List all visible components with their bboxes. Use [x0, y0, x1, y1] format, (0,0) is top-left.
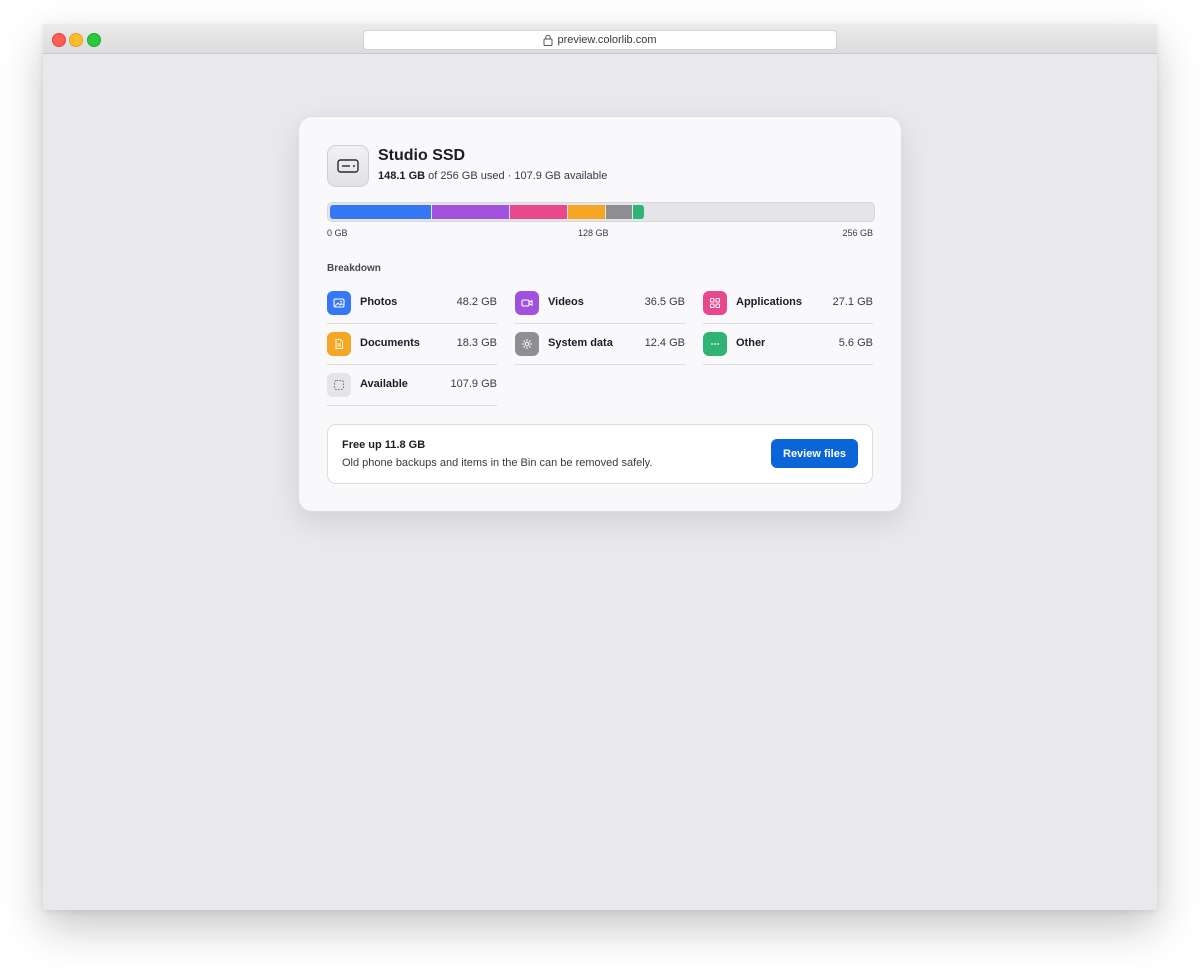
url-text: preview.colorlib.com	[557, 34, 657, 46]
category-photos[interactable]: Photos 48.2 GB	[327, 283, 497, 324]
lock-icon	[543, 34, 553, 46]
usage-segment-videos	[432, 205, 509, 219]
address-bar[interactable]: preview.colorlib.com	[363, 30, 837, 50]
usage-segment-other	[632, 205, 644, 219]
category-label: Available	[360, 378, 408, 390]
category-value: 36.5 GB	[644, 296, 685, 308]
category-label: Applications	[736, 296, 803, 308]
usage-segment-documents	[567, 205, 606, 219]
breakdown-heading: Breakdown	[327, 263, 381, 274]
video-icon	[515, 291, 539, 315]
axis-label-end: 256 GB	[842, 228, 873, 238]
storage-card: Studio SSD 148.1 GB of 256 GB used · 107…	[298, 116, 902, 512]
dashed-square-icon	[327, 373, 351, 397]
usage-detail: of 256 GB used · 107.9 GB available	[428, 170, 608, 182]
category-available[interactable]: Available 107.9 GB	[327, 365, 497, 406]
usage-bar	[327, 202, 875, 222]
usage-segment-system-data	[606, 205, 632, 219]
tip-title: Free up 11.8 GB	[342, 439, 426, 451]
browser-window: preview.colorlib.com Studio SSD 148.1 GB…	[43, 24, 1157, 910]
axis-label-start: 0 GB	[327, 228, 348, 238]
review-files-button[interactable]: Review files	[771, 439, 858, 468]
category-videos[interactable]: Videos 36.5 GB	[515, 283, 685, 324]
title-bar: preview.colorlib.com	[43, 24, 1157, 54]
drive-name: Studio SSD	[378, 147, 466, 164]
photo-icon	[327, 291, 351, 315]
free-up-tip: Free up 11.8 GB Old phone backups and it…	[327, 424, 873, 484]
minimize-window-button[interactable]	[69, 33, 83, 47]
category-value: 12.4 GB	[644, 337, 685, 349]
usage-summary: 148.1 GB of 256 GB used · 107.9 GB avail…	[378, 170, 607, 182]
drive-icon	[327, 145, 369, 187]
usage-segment-photos	[330, 205, 432, 219]
category-value: 48.2 GB	[456, 296, 497, 308]
category-label: Documents	[360, 337, 420, 349]
category-label: Other	[736, 337, 766, 349]
category-label: Photos	[360, 296, 398, 308]
grid-icon	[703, 291, 727, 315]
category-system-data[interactable]: System data 12.4 GB	[515, 324, 685, 365]
category-value: 18.3 GB	[456, 337, 497, 349]
category-documents[interactable]: Documents 18.3 GB	[327, 324, 497, 365]
category-label: System data	[548, 337, 613, 349]
axis-label-mid: 128 GB	[578, 228, 609, 238]
category-other[interactable]: Other 5.6 GB	[703, 324, 873, 365]
category-value: 27.1 GB	[832, 296, 873, 308]
category-applications[interactable]: Applications 27.1 GB	[703, 283, 873, 324]
document-icon	[327, 332, 351, 356]
ellipsis-icon	[703, 332, 727, 356]
tip-text: Old phone backups and items in the Bin c…	[342, 457, 653, 469]
usage-segment-applications	[509, 205, 567, 219]
gear-icon	[515, 332, 539, 356]
used-amount: 148.1 GB	[378, 170, 426, 182]
category-label: Videos	[548, 296, 584, 308]
category-value: 5.6 GB	[838, 337, 873, 349]
close-window-button[interactable]	[52, 33, 66, 47]
category-value: 107.9 GB	[450, 378, 497, 390]
zoom-window-button[interactable]	[87, 33, 101, 47]
